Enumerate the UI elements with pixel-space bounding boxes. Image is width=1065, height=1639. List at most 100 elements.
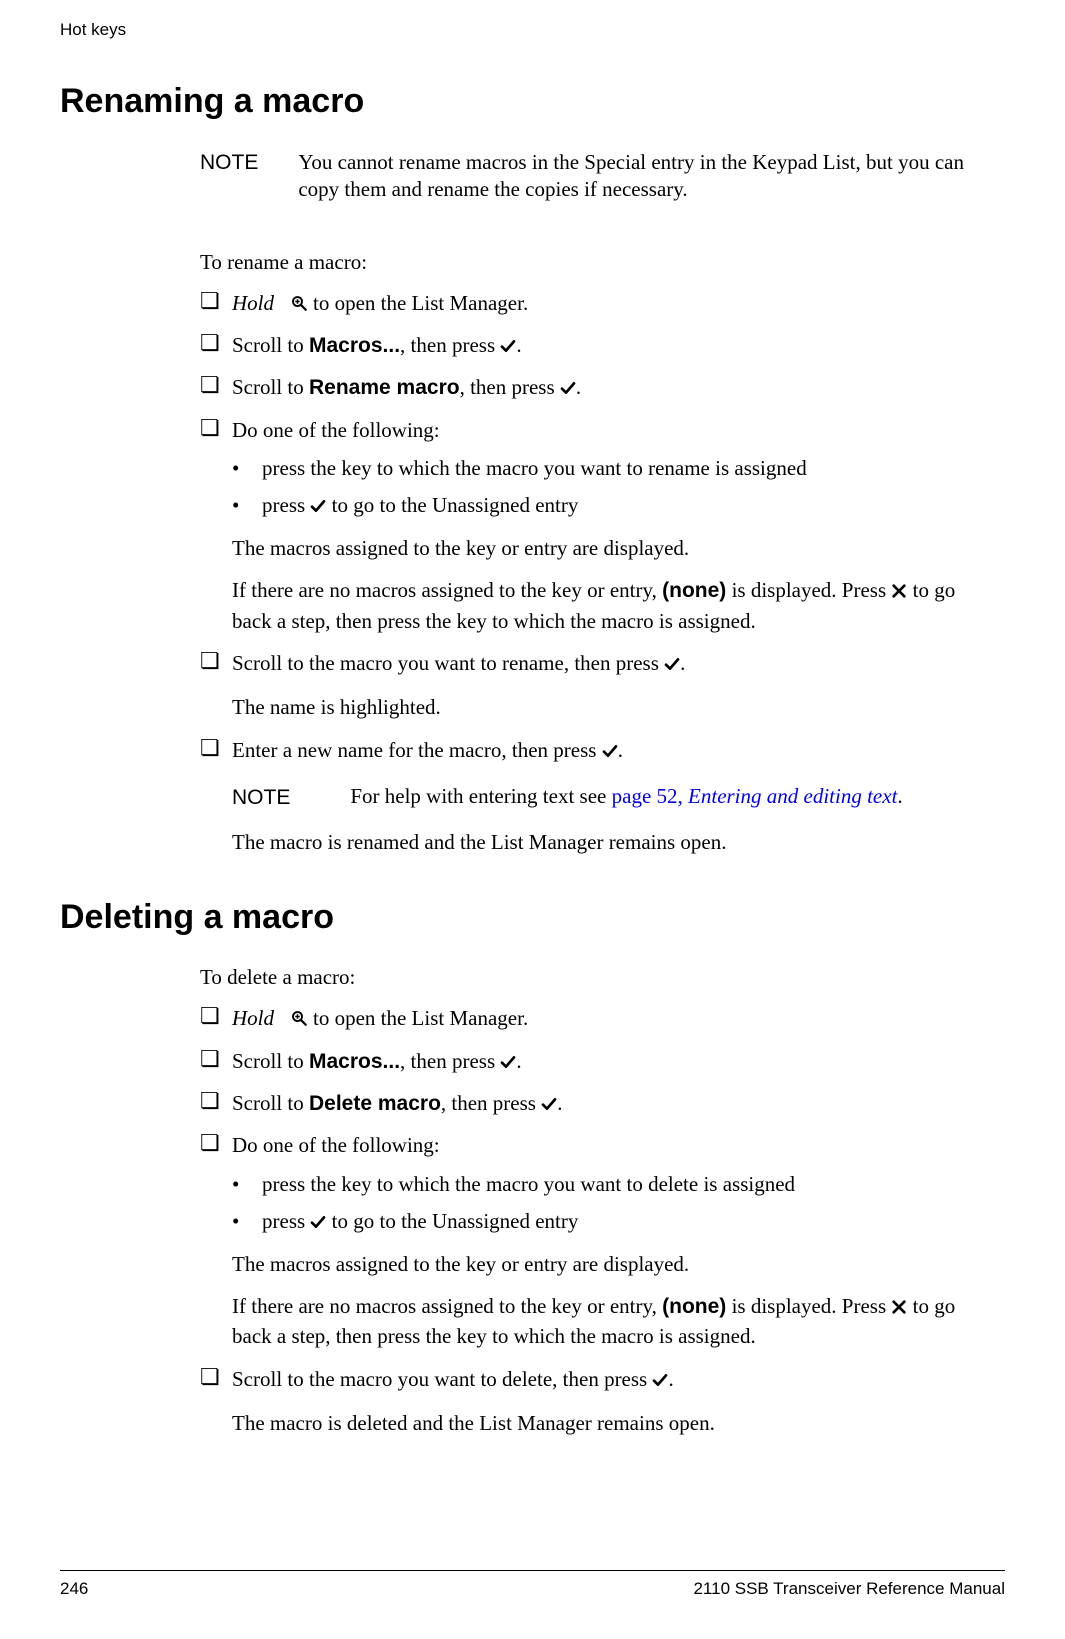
- note-label: NOTE: [200, 149, 258, 175]
- step-text: , then press: [400, 333, 500, 357]
- bullet-item: • press to go to the Unassigned entry: [232, 1209, 975, 1236]
- step-item: ❏ Scroll to the macro you want to delete…: [200, 1365, 975, 1395]
- note-label: NOTE: [232, 784, 290, 810]
- tick-icon: [560, 375, 576, 403]
- ui-label: (none): [662, 579, 726, 602]
- step-item: ❏ Scroll to Macros..., then press .: [200, 1047, 975, 1077]
- bullet-icon: •: [232, 1209, 262, 1234]
- bullet-icon: •: [232, 456, 262, 481]
- bullet-icon: •: [232, 1172, 262, 1197]
- cross-icon: [891, 1294, 907, 1322]
- step-text: Do one of the following:: [232, 1131, 975, 1159]
- step-text: Scroll to: [232, 1049, 309, 1073]
- step-text: Do one of the following:: [232, 416, 975, 444]
- step-item: ❏ Enter a new name for the macro, then p…: [200, 736, 975, 766]
- step-item: ❏ Scroll to Rename macro, then press .: [200, 373, 975, 403]
- page-footer: 246 2110 SSB Transceiver Reference Manua…: [60, 1570, 1005, 1599]
- ui-label: Delete macro: [309, 1092, 441, 1115]
- ui-label: Rename macro: [309, 376, 460, 399]
- note-block: NOTE You cannot rename macros in the Spe…: [200, 149, 975, 204]
- checkbox-icon: ❏: [200, 331, 232, 354]
- bullet-text: press: [262, 493, 310, 517]
- ui-label: Macros...: [309, 334, 400, 357]
- cross-reference-link[interactable]: Entering and editing text: [688, 784, 897, 808]
- checkbox-icon: ❏: [200, 1131, 232, 1154]
- step-text: .: [516, 333, 521, 357]
- step-text: .: [557, 1091, 562, 1115]
- checkbox-icon: ❏: [200, 289, 232, 312]
- paragraph: If there are no macros assigned to the k…: [232, 576, 975, 635]
- step-text: .: [680, 651, 685, 675]
- page: Hot keys Renaming a macro NOTE You canno…: [0, 0, 1065, 1639]
- step-text: , then press: [441, 1091, 541, 1115]
- paragraph: The name is highlighted.: [232, 693, 975, 721]
- step-text: to open the List Manager.: [313, 291, 528, 315]
- checkbox-icon: ❏: [200, 736, 232, 759]
- bullet-text: press the key to which the macro you wan…: [262, 1172, 795, 1197]
- cross-reference-link[interactable]: page 52,: [612, 784, 688, 808]
- bullet-item: • press the key to which the macro you w…: [232, 456, 975, 481]
- page-number: 246: [60, 1579, 88, 1599]
- bullet-text: to go to the Unassigned entry: [326, 493, 578, 517]
- step-text: Scroll to: [232, 375, 309, 399]
- checkbox-icon: ❏: [200, 416, 232, 439]
- step-item: ❏ Hold to open the List Manager.: [200, 289, 975, 319]
- checkbox-icon: ❏: [200, 1089, 232, 1112]
- tick-icon: [602, 738, 618, 766]
- paragraph: The macros assigned to the key or entry …: [232, 1250, 975, 1278]
- tick-icon: [500, 333, 516, 361]
- tick-icon: [500, 1049, 516, 1077]
- checkbox-icon: ❏: [200, 1047, 232, 1070]
- step-text: Hold: [232, 1006, 274, 1030]
- step-text: Scroll to: [232, 333, 309, 357]
- step-item: ❏ Scroll to Macros..., then press .: [200, 331, 975, 361]
- bullet-item: • press the key to which the macro you w…: [232, 1172, 975, 1197]
- note-text: .: [897, 784, 902, 808]
- tick-icon: [652, 1367, 668, 1395]
- note-text: You cannot rename macros in the Special …: [298, 149, 975, 204]
- heading-renaming-macro: Renaming a macro: [60, 82, 1005, 121]
- checkbox-icon: ❏: [200, 373, 232, 396]
- inline-note: NOTE For help with entering text see pag…: [232, 784, 975, 810]
- step-text: to open the List Manager.: [313, 1006, 528, 1030]
- bullet-icon: •: [232, 493, 262, 518]
- step-text: .: [668, 1367, 673, 1391]
- step-item: ❏ Scroll to the macro you want to rename…: [200, 649, 975, 679]
- step-item: ❏ Scroll to Delete macro, then press .: [200, 1089, 975, 1119]
- bullet-text: press: [262, 1209, 310, 1233]
- ui-label: (none): [662, 1295, 726, 1318]
- checkbox-icon: ❏: [200, 1365, 232, 1388]
- document-title: 2110 SSB Transceiver Reference Manual: [693, 1579, 1005, 1599]
- ui-label: Macros...: [309, 1050, 400, 1073]
- tick-icon: [310, 495, 326, 520]
- find-icon: [290, 1006, 308, 1034]
- find-icon: [290, 291, 308, 319]
- heading-deleting-macro: Deleting a macro: [60, 898, 1005, 937]
- step-text: Hold: [232, 291, 274, 315]
- tick-icon: [541, 1091, 557, 1119]
- step-text: , then press: [460, 375, 560, 399]
- tick-icon: [310, 1211, 326, 1236]
- step-text: .: [516, 1049, 521, 1073]
- step-item: ❏ Hold to open the List Manager.: [200, 1004, 975, 1034]
- cross-icon: [891, 578, 907, 606]
- bullet-item: • press to go to the Unassigned entry: [232, 493, 975, 520]
- step-text: Scroll to the macro you want to rename, …: [232, 651, 664, 675]
- paragraph: The macros assigned to the key or entry …: [232, 534, 975, 562]
- intro-text: To delete a macro:: [200, 965, 975, 990]
- step-text: Enter a new name for the macro, then pre…: [232, 738, 602, 762]
- paragraph: The macro is deleted and the List Manage…: [232, 1409, 975, 1437]
- bullet-text: to go to the Unassigned entry: [326, 1209, 578, 1233]
- bullet-text: press the key to which the macro you wan…: [262, 456, 807, 481]
- paragraph: The macro is renamed and the List Manage…: [232, 828, 975, 856]
- step-text: .: [618, 738, 623, 762]
- step-text: .: [576, 375, 581, 399]
- note-text: For help with entering text see: [350, 784, 611, 808]
- step-text: Scroll to: [232, 1091, 309, 1115]
- checkbox-icon: ❏: [200, 649, 232, 672]
- checkbox-icon: ❏: [200, 1004, 232, 1027]
- step-text: , then press: [400, 1049, 500, 1073]
- step-item: ❏ Do one of the following:: [200, 416, 975, 444]
- running-header: Hot keys: [60, 20, 1005, 40]
- tick-icon: [664, 651, 680, 679]
